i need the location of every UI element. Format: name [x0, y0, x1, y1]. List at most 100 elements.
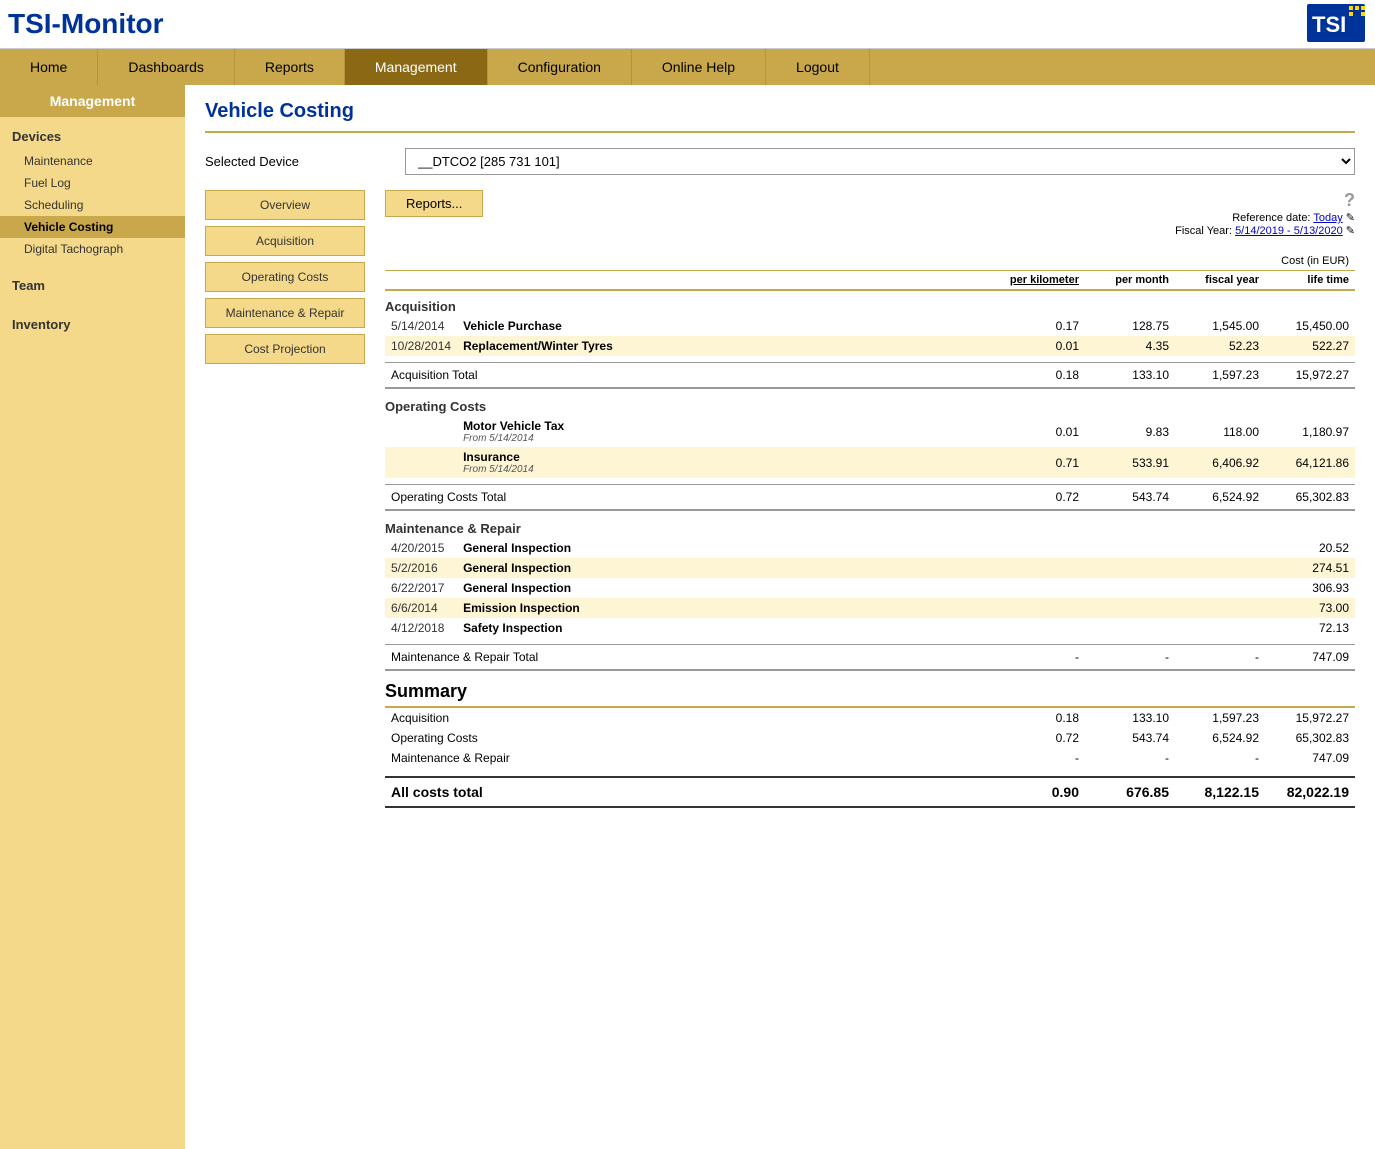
sidebar-item-digital-tachograph[interactable]: Digital Tachograph — [0, 238, 185, 260]
maint-row-5: 4/12/2018 Safety Inspection 72.13 — [385, 618, 1355, 638]
summary-col1-3: - — [985, 748, 1085, 768]
cost-col-header-label — [385, 252, 985, 271]
op-total-col4: 65,302.83 — [1265, 485, 1355, 510]
nav-bar: Home Dashboards Reports Management Confi… — [0, 49, 1375, 85]
btn-cost-projection[interactable]: Cost Projection — [205, 334, 365, 364]
col-name — [457, 271, 985, 291]
summary-col2-3: - — [1085, 748, 1175, 768]
op-date-2 — [385, 447, 457, 478]
btn-maintenance-repair[interactable]: Maintenance & Repair — [205, 298, 365, 328]
maint-col4-4: 73.00 — [1265, 598, 1355, 618]
acq-col3-1: 1,545.00 — [1175, 316, 1265, 336]
acq-col4-1: 15,450.00 — [1265, 316, 1355, 336]
maint-total-col3: - — [1175, 645, 1265, 670]
top-header: TSI-Monitor TSI — [0, 0, 1375, 49]
summary-col3-2: 6,524.92 — [1175, 728, 1265, 748]
sidebar-item-scheduling[interactable]: Scheduling — [0, 194, 185, 216]
sidebar-section-title-inventory[interactable]: Inventory — [0, 311, 185, 338]
maint-total-col4: 747.09 — [1265, 645, 1355, 670]
summary-col4-2: 65,302.83 — [1265, 728, 1355, 748]
btn-overview[interactable]: Overview — [205, 190, 365, 220]
sidebar-header: Management — [0, 85, 185, 117]
sidebar-section-title-team[interactable]: Team — [0, 272, 185, 299]
logo-text: TSI-Monitor — [8, 8, 164, 39]
all-total-row: All costs total 0.90 676.85 8,122.15 82,… — [385, 777, 1355, 806]
maint-col3-3 — [1175, 578, 1265, 598]
nav-configuration[interactable]: Configuration — [488, 49, 632, 85]
sidebar-item-vehicle-costing[interactable]: Vehicle Costing — [0, 216, 185, 238]
acq-col2-1: 128.75 — [1085, 316, 1175, 336]
summary-col1-1: 0.18 — [985, 708, 1085, 728]
maint-col4-2: 274.51 — [1265, 558, 1355, 578]
all-total-col1: 0.90 — [985, 777, 1085, 806]
nav-dashboards[interactable]: Dashboards — [98, 49, 235, 85]
op-col2-2: 533.91 — [1085, 447, 1175, 478]
maint-name-3: General Inspection — [457, 578, 985, 598]
maint-col1-3 — [985, 578, 1085, 598]
maint-col3-5 — [1175, 618, 1265, 638]
maint-date-2: 5/2/2016 — [385, 558, 457, 578]
maint-col4-1: 20.52 — [1265, 538, 1355, 558]
edit-reference-icon[interactable]: ✎ — [1346, 212, 1355, 224]
op-col3-2: 6,406.92 — [1175, 447, 1265, 478]
maint-col1-2 — [985, 558, 1085, 578]
summary-title: Summary — [385, 669, 467, 705]
op-row-2: Insurance From 5/14/2014 0.71 533.91 6,4… — [385, 447, 1355, 478]
nav-logout[interactable]: Logout — [766, 49, 870, 85]
content-area: Vehicle Costing Selected Device __DTCO2 … — [185, 85, 1375, 1149]
top-controls: Reports... ? Reference date: Today ✎ Fis… — [385, 190, 1355, 237]
edit-fiscal-icon[interactable]: ✎ — [1346, 225, 1355, 237]
maint-col2-3 — [1085, 578, 1175, 598]
device-label: Selected Device — [205, 154, 405, 169]
op-total-row: Operating Costs Total 0.72 543.74 6,524.… — [385, 485, 1355, 510]
summary-label-1: Acquisition — [385, 708, 985, 728]
maint-row-1: 4/20/2015 General Inspection 20.52 — [385, 538, 1355, 558]
cost-table: Cost (in EUR) per kilometer per month fi… — [385, 252, 1355, 808]
sidebar-item-fuel-log[interactable]: Fuel Log — [0, 172, 185, 194]
summary-col1-2: 0.72 — [985, 728, 1085, 748]
help-icon[interactable]: ? — [1344, 190, 1355, 211]
sidebar-section-title-devices[interactable]: Devices — [0, 123, 185, 150]
acq-total-col2: 133.10 — [1085, 363, 1175, 388]
nav-management[interactable]: Management — [345, 49, 488, 85]
device-row: Selected Device __DTCO2 [285 731 101] — [205, 148, 1355, 175]
page-title: Vehicle Costing — [205, 100, 1355, 133]
op-row-1: Motor Vehicle Tax From 5/14/2014 0.01 9.… — [385, 416, 1355, 447]
op-col4-1: 1,180.97 — [1265, 416, 1355, 447]
op-total-label: Operating Costs Total — [385, 485, 985, 510]
fiscal-value-link[interactable]: 5/14/2019 - 5/13/2020 — [1235, 225, 1343, 237]
all-total-underline — [385, 806, 1355, 807]
logo-grid-icon: TSI — [1307, 4, 1367, 44]
reference-value-link[interactable]: Today — [1313, 212, 1342, 224]
op-col3-1: 118.00 — [1175, 416, 1265, 447]
op-total-col3: 6,524.92 — [1175, 485, 1265, 510]
device-select[interactable]: __DTCO2 [285 731 101] — [405, 148, 1355, 175]
logo: TSI-Monitor — [8, 8, 164, 40]
maint-col1-4 — [985, 598, 1085, 618]
reports-button[interactable]: Reports... — [385, 190, 483, 217]
maint-name-5: Safety Inspection — [457, 618, 985, 638]
maint-col3-1 — [1175, 538, 1265, 558]
maint-col3-4 — [1175, 598, 1265, 618]
op-col2-1: 9.83 — [1085, 416, 1175, 447]
nav-home[interactable]: Home — [0, 49, 98, 85]
col-date — [385, 271, 457, 291]
sidebar-section-devices: Devices Maintenance Fuel Log Scheduling … — [0, 117, 185, 266]
btn-operating-costs[interactable]: Operating Costs — [205, 262, 365, 292]
summary-row-1: Acquisition 0.18 133.10 1,597.23 15,972.… — [385, 708, 1355, 728]
summary-col2-2: 543.74 — [1085, 728, 1175, 748]
acq-col4-2: 522.27 — [1265, 336, 1355, 356]
col-per-km: per kilometer — [985, 271, 1085, 291]
maint-total-col2: - — [1085, 645, 1175, 670]
nav-reports[interactable]: Reports — [235, 49, 345, 85]
btn-acquisition[interactable]: Acquisition — [205, 226, 365, 256]
svg-text:TSI: TSI — [1312, 12, 1346, 37]
sidebar-item-maintenance[interactable]: Maintenance — [0, 150, 185, 172]
maint-row-3: 6/22/2017 General Inspection 306.93 — [385, 578, 1355, 598]
maint-row-4: 6/6/2014 Emission Inspection 73.00 — [385, 598, 1355, 618]
op-total-col1: 0.72 — [985, 485, 1085, 510]
all-total-label: All costs total — [385, 777, 985, 806]
summary-label-3: Maintenance & Repair — [385, 748, 985, 768]
nav-online-help[interactable]: Online Help — [632, 49, 766, 85]
section-maint-header: Maintenance & Repair — [385, 510, 1355, 538]
